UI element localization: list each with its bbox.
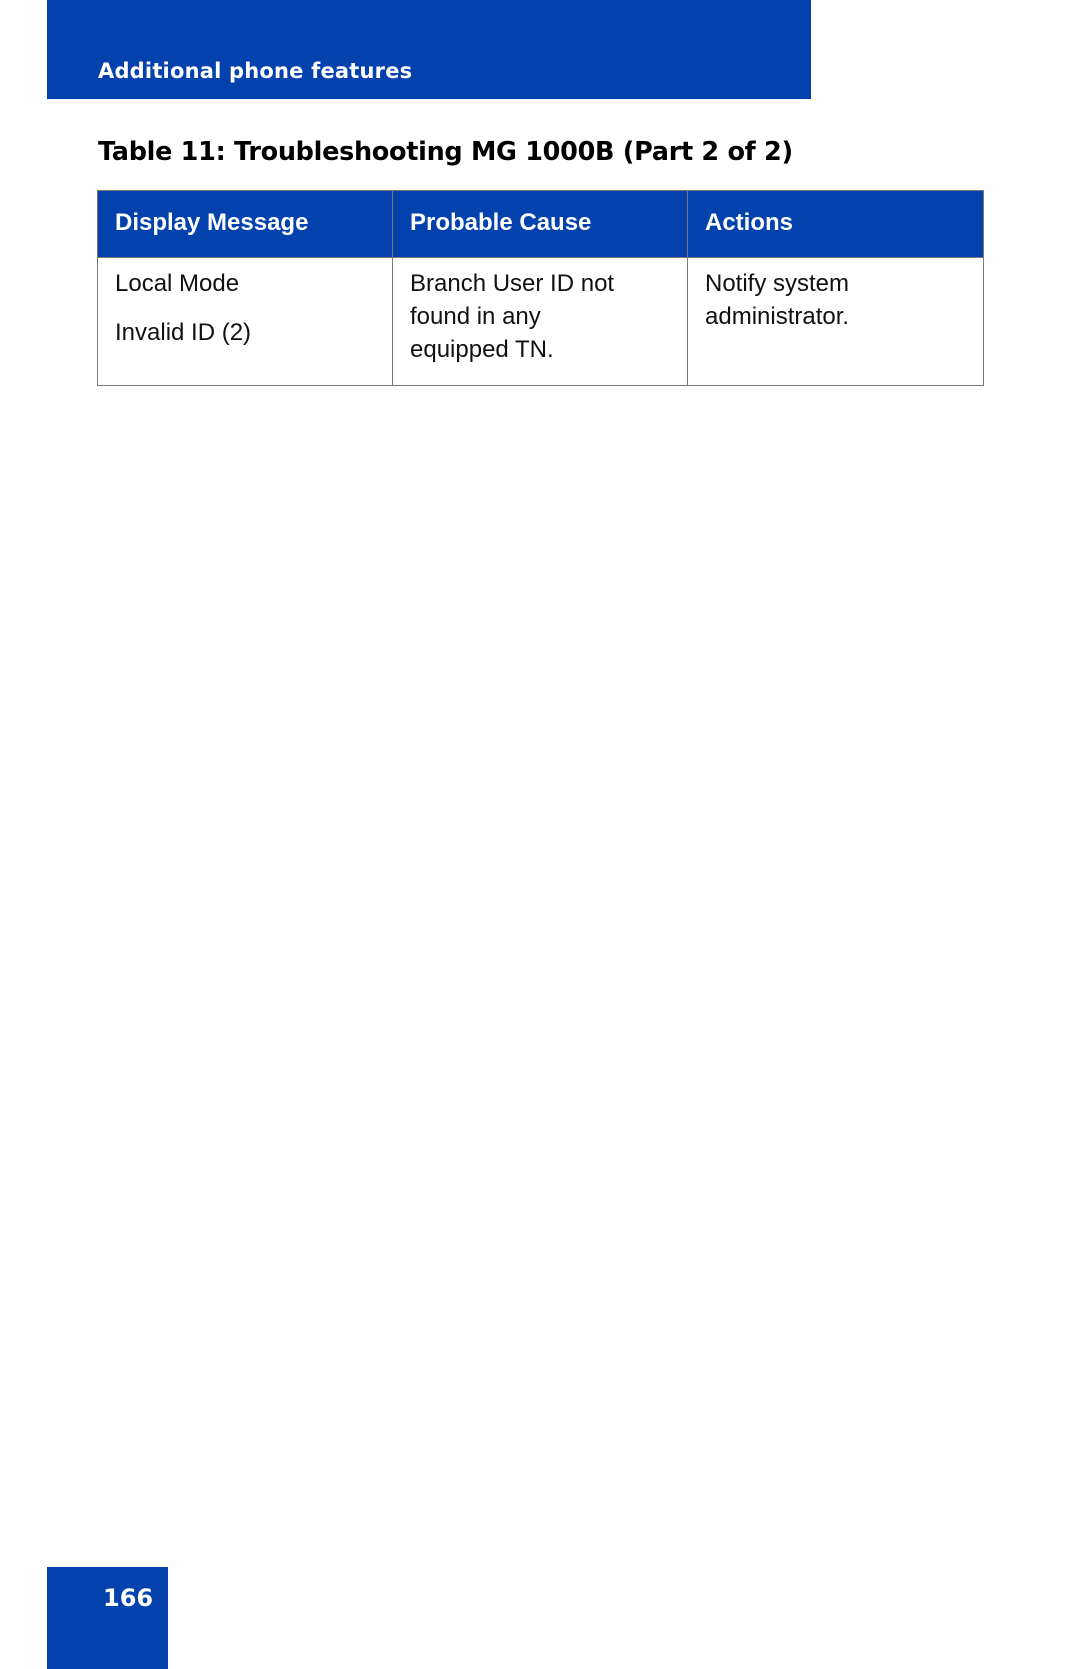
display-message-line: Local Mode: [115, 270, 240, 297]
actions-line: administrator.: [705, 303, 850, 330]
section-title: Additional phone features: [98, 59, 413, 83]
troubleshooting-table: Display Message Probable Cause Actions L…: [97, 190, 984, 386]
page-number: 166: [103, 1584, 154, 1612]
probable-cause-line: Branch User ID not: [410, 270, 615, 297]
column-header-probable-cause: Probable Cause: [392, 190, 688, 258]
section-banner: Additional phone features: [47, 0, 811, 99]
probable-cause-line: equipped TN.: [410, 336, 554, 363]
display-message-cell: Local Mode Invalid ID (2): [97, 257, 393, 386]
table-header-row: Display Message Probable Cause Actions: [97, 190, 984, 258]
table-caption: Table 11: Troubleshooting MG 1000B (Part…: [98, 137, 793, 167]
page-number-box: 166: [47, 1567, 168, 1669]
probable-cause-line: found in any: [410, 303, 541, 330]
probable-cause-cell: Branch User ID not found in any equipped…: [392, 257, 688, 386]
actions-line: Notify system: [705, 270, 850, 297]
column-header-actions: Actions: [687, 190, 984, 258]
column-header-display-message: Display Message: [97, 190, 393, 258]
actions-cell: Notify system administrator.: [687, 257, 984, 386]
table-row: Local Mode Invalid ID (2) Branch User ID…: [97, 257, 984, 386]
display-message-line: Invalid ID (2): [115, 319, 252, 346]
